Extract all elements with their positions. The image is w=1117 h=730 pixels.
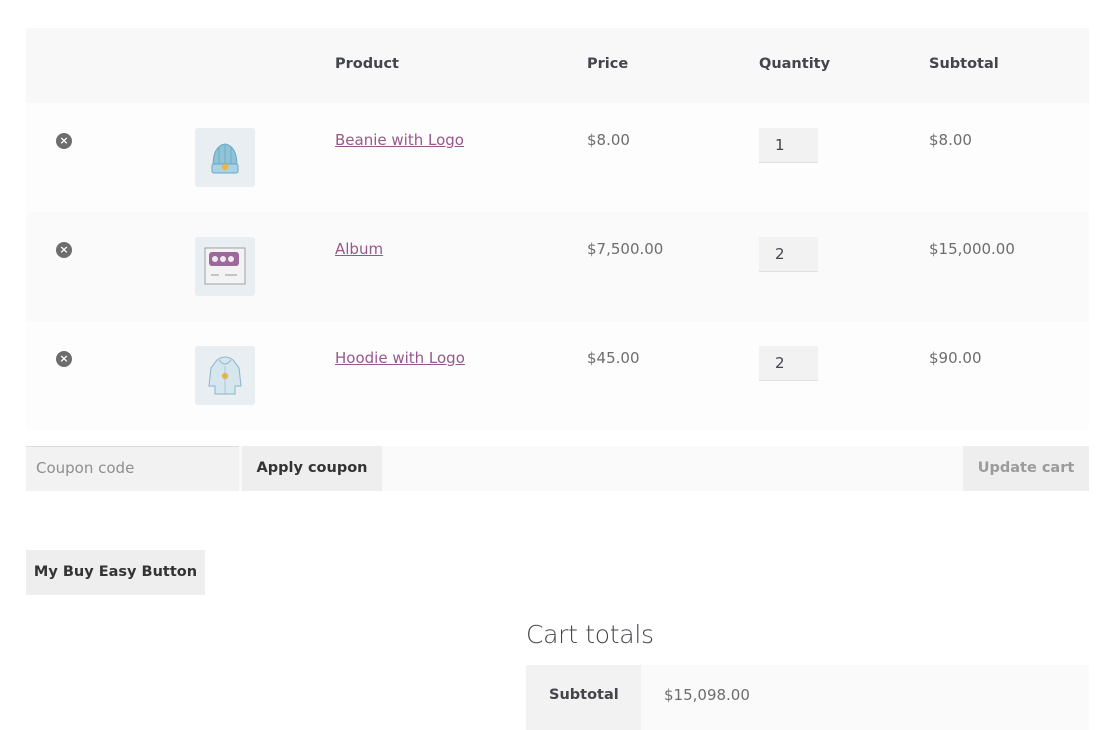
product-price: $7,500.00 [587, 240, 664, 258]
beanie-thumbnail[interactable] [195, 128, 255, 187]
table-row: × Hoodie with Logo $45.00 2 $90.00 [26, 321, 1089, 430]
product-link[interactable]: Hoodie with Logo [335, 349, 465, 367]
product-price: $8.00 [587, 131, 630, 149]
quantity-input[interactable]: 2 [759, 237, 818, 272]
header-price: Price [587, 56, 629, 72]
cart-table: Product Price Quantity Subtotal × Beanie… [26, 28, 1089, 430]
table-header: Product Price Quantity Subtotal [26, 28, 1089, 103]
header-product: Product [335, 56, 399, 72]
product-link[interactable]: Album [335, 240, 383, 258]
product-subtotal: $15,000.00 [929, 240, 1015, 258]
apply-coupon-button[interactable]: Apply coupon [242, 446, 382, 491]
header-quantity: Quantity [759, 56, 831, 72]
product-link[interactable]: Beanie with Logo [335, 131, 464, 149]
table-row: × Album $7,500.00 2 $15,000.00 [26, 212, 1089, 321]
update-cart-button[interactable]: Update cart [963, 446, 1089, 491]
product-subtotal: $90.00 [929, 349, 982, 367]
totals-subtotal-label: Subtotal [526, 665, 641, 730]
header-subtotal: Subtotal [929, 56, 999, 72]
quantity-input[interactable]: 1 [759, 128, 818, 163]
cart-actions: Coupon code Apply coupon Update cart [26, 446, 1089, 491]
album-thumbnail[interactable] [195, 237, 255, 296]
product-subtotal: $8.00 [929, 131, 972, 149]
remove-circle-icon[interactable]: × [56, 351, 72, 367]
remove-circle-icon[interactable]: × [56, 133, 72, 149]
product-price: $45.00 [587, 349, 640, 367]
cart-totals-title: Cart totals [526, 620, 654, 649]
quantity-input[interactable]: 2 [759, 346, 818, 381]
coupon-code-input[interactable]: Coupon code [26, 446, 239, 491]
table-row: × Beanie with Logo $8.00 1 $8.00 [26, 103, 1089, 212]
totals-subtotal-value: $15,098.00 [664, 686, 750, 704]
hoodie-thumbnail[interactable] [195, 346, 255, 405]
buy-easy-button[interactable]: My Buy Easy Button [26, 550, 205, 595]
totals-subtotal-row: Subtotal $15,098.00 [526, 665, 1089, 730]
remove-circle-icon[interactable]: × [56, 242, 72, 258]
